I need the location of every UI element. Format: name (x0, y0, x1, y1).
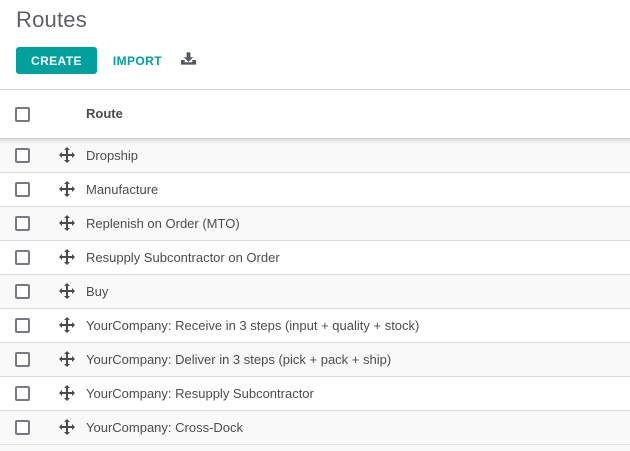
routes-list: Route Dropship Manufacture (0, 89, 630, 451)
row-checkbox[interactable] (15, 250, 30, 265)
table-row[interactable]: Buy (0, 274, 630, 308)
row-checkbox[interactable] (15, 284, 30, 299)
row-checkbox[interactable] (15, 148, 30, 163)
page-title: Routes (16, 7, 630, 33)
select-all-checkbox[interactable] (15, 107, 30, 122)
move-drag-handle-icon[interactable] (59, 215, 75, 231)
row-checkbox[interactable] (15, 352, 30, 367)
table-row[interactable]: Replenish on Order (MTO) (0, 206, 630, 240)
route-name: Resupply Subcontractor on Order (86, 250, 630, 265)
route-name: YourCompany: Receive in 3 steps (input +… (86, 318, 630, 333)
table-row[interactable]: YourCompany: Resupply Subcontractor (0, 376, 630, 410)
move-drag-handle-icon[interactable] (59, 385, 75, 401)
column-header-route[interactable]: Route (86, 90, 630, 138)
table-row[interactable] (0, 444, 630, 451)
table-header-row: Route (0, 90, 630, 138)
route-name: YourCompany: Resupply Subcontractor (86, 386, 630, 401)
row-checkbox[interactable] (15, 318, 30, 333)
move-drag-handle-icon[interactable] (59, 317, 75, 333)
route-name: Buy (86, 284, 630, 299)
table-row[interactable]: Dropship (0, 138, 630, 172)
route-name: Manufacture (86, 182, 630, 197)
table-row[interactable]: Resupply Subcontractor on Order (0, 240, 630, 274)
route-name: Dropship (86, 148, 630, 163)
route-name: YourCompany: Cross-Dock (86, 420, 630, 435)
download-icon (180, 51, 197, 70)
row-checkbox[interactable] (15, 216, 30, 231)
move-drag-handle-icon[interactable] (59, 283, 75, 299)
table-row[interactable]: YourCompany: Cross-Dock (0, 410, 630, 444)
export-button[interactable] (180, 52, 197, 70)
row-checkbox[interactable] (15, 420, 30, 435)
table-row[interactable]: Manufacture (0, 172, 630, 206)
import-button[interactable]: IMPORT (113, 54, 162, 68)
move-drag-handle-icon[interactable] (59, 249, 75, 265)
control-panel: CREATE IMPORT (16, 47, 614, 74)
move-drag-handle-icon[interactable] (59, 147, 75, 163)
move-drag-handle-icon[interactable] (59, 419, 75, 435)
route-name: Replenish on Order (MTO) (86, 216, 630, 231)
route-name: YourCompany: Deliver in 3 steps (pick + … (86, 352, 630, 367)
routes-page: Routes CREATE IMPORT Route (0, 0, 630, 451)
table-row[interactable]: YourCompany: Deliver in 3 steps (pick + … (0, 342, 630, 376)
move-drag-handle-icon[interactable] (59, 181, 75, 197)
row-checkbox[interactable] (15, 182, 30, 197)
table-row[interactable]: YourCompany: Receive in 3 steps (input +… (0, 308, 630, 342)
handle-column-header (48, 90, 86, 138)
move-drag-handle-icon[interactable] (59, 351, 75, 367)
row-checkbox[interactable] (15, 386, 30, 401)
create-button[interactable]: CREATE (16, 47, 97, 74)
